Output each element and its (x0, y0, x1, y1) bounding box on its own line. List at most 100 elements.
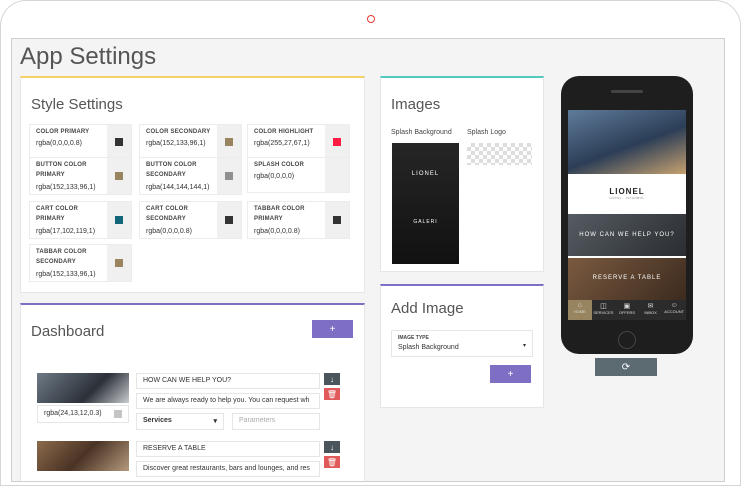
color-picker[interactable] (107, 245, 131, 281)
row-color-field[interactable]: rgba(24,13,12,0.3) (37, 405, 129, 423)
style-swatch-label: COLOR PRIMARY (36, 129, 90, 135)
trash-icon[interactable]: 🗑 (324, 456, 340, 468)
row-thumbnail[interactable] (37, 441, 129, 471)
row-color-value: rgba(24,13,12,0.3) (44, 410, 102, 417)
phone-banner-reserve[interactable]: RESERVE A TABLE (568, 258, 686, 302)
style-swatch[interactable]: COLOR HIGHLIGHT rgba(255,27,67,1) (247, 124, 350, 160)
row-description-field[interactable]: We are always ready to help you. You can… (136, 393, 320, 409)
add-image-card: Add Image IMAGE TYPE Splash Background ▾… (380, 284, 544, 408)
color-picker[interactable] (107, 202, 131, 238)
color-picker[interactable] (325, 125, 349, 159)
image-type-value: Splash Background (398, 344, 459, 351)
style-swatch-label: COLOR SECONDARY (146, 129, 211, 135)
color-chip (333, 216, 341, 224)
splash-background-image[interactable]: LIONEL GALERI (392, 143, 459, 264)
style-swatch[interactable]: BUTTON COLOR SECONDARY rgba(144,144,144,1… (139, 157, 242, 195)
app-screen: App Settings Style Settings COLOR PRIMAR… (11, 38, 725, 482)
images-card: Images Splash Background Splash Logo LIO… (380, 76, 544, 272)
phone-tab-label: OFFERS (618, 310, 636, 315)
color-chip (225, 172, 233, 180)
color-chip (115, 259, 123, 267)
style-swatch-value: rgba(255,27,67,1) (254, 140, 310, 147)
style-swatch-label: BUTTON COLOR SECONDARY (146, 162, 197, 178)
chevron-down-icon: ▾ (213, 418, 217, 425)
images-title: Images (391, 96, 441, 113)
phone-banner-help[interactable]: HOW CAN WE HELP YOU? (568, 214, 686, 256)
row-description-field[interactable]: Discover great restaurants, bars and lou… (136, 461, 320, 477)
color-picker[interactable] (217, 202, 241, 238)
dashboard-row: rgba(24,13,12,0.3) HOW CAN WE HELP YOU? … (37, 373, 357, 435)
phone-tab-home[interactable]: ⌂ HOME (568, 300, 592, 320)
style-swatch-label: BUTTON COLOR PRIMARY (36, 162, 87, 178)
style-swatch-value: rgba(144,144,144,1) (146, 184, 210, 191)
style-swatch[interactable]: COLOR SECONDARY rgba(152,133,96,1) (139, 124, 242, 160)
style-swatch-value: rgba(17,102,119,1) (36, 228, 96, 235)
phone-brand-bar: LIONEL HOTEL · ISTANBUL (568, 176, 686, 212)
row-color-chip (114, 410, 122, 418)
style-swatch-value: rgba(152,133,96,1) (36, 271, 96, 278)
splash-brand: LIONEL (411, 171, 440, 177)
phone-preview: LIONEL HOTEL · ISTANBUL HOW CAN WE HELP … (561, 76, 693, 354)
color-chip (225, 138, 233, 146)
color-picker[interactable] (325, 202, 349, 238)
phone-tab-account[interactable]: ☺ ACCOUNT (662, 300, 686, 320)
move-down-icon[interactable]: ↓ (324, 373, 340, 385)
row-service-value: Services (143, 417, 172, 424)
phone-tab-offers[interactable]: ▣ OFFERS (615, 300, 639, 320)
add-dashboard-item-button[interactable]: + (312, 320, 353, 338)
splash-logo-image[interactable] (467, 143, 532, 165)
splash-background-label: Splash Background (391, 129, 452, 136)
style-swatch[interactable]: SPLASH COLOR rgba(0,0,0,0) (247, 157, 350, 193)
color-chip (115, 138, 123, 146)
phone-brand-sub: HOTEL · ISTANBUL (609, 196, 645, 200)
color-chip (225, 216, 233, 224)
color-chip (333, 138, 341, 146)
color-picker[interactable] (217, 158, 241, 194)
phone-tab-services[interactable]: ◫ SERVICES (592, 300, 616, 320)
style-swatch-value: rgba(0,0,0,0) (254, 173, 295, 180)
dashboard-card: Dashboard + rgba(24,13,12,0.3) HOW CAN W… (20, 303, 365, 481)
row-parameters-field[interactable]: Parameters (232, 413, 320, 430)
row-service-select[interactable]: Services ▾ (136, 413, 224, 430)
tablet-frame: App Settings Style Settings COLOR PRIMAR… (0, 0, 741, 486)
color-picker[interactable] (107, 125, 131, 159)
color-picker[interactable] (107, 158, 131, 194)
splash-sub: GALERI (413, 219, 438, 225)
style-swatch-value: rgba(152,133,96,1) (36, 184, 96, 191)
phone-tabbar: ⌂ HOME ◫ SERVICES ▣ OFFERS ✉ INBOX ☺ ACCOUNT (568, 300, 686, 320)
image-type-select[interactable]: IMAGE TYPE Splash Background ▾ (391, 330, 533, 357)
phone-tab-icon: ◫ (600, 303, 607, 310)
color-picker[interactable] (217, 125, 241, 159)
row-title-field[interactable]: HOW CAN WE HELP YOU? (136, 373, 320, 389)
style-swatch-label: COLOR HIGHLIGHT (254, 129, 314, 135)
style-swatch[interactable]: CART COLOR SECONDARY rgba(0,0,0,0.8) (139, 201, 242, 239)
style-swatch-value: rgba(0,0,0,0.8) (146, 228, 192, 235)
camera-dot (367, 15, 375, 23)
add-image-button[interactable]: + (490, 365, 531, 383)
style-swatch-value: rgba(152,133,96,1) (146, 140, 206, 147)
refresh-button[interactable]: ⟳ (595, 358, 657, 376)
phone-tab-inbox[interactable]: ✉ INBOX (639, 300, 663, 320)
chevron-down-icon: ▾ (522, 343, 526, 349)
row-thumbnail[interactable] (37, 373, 129, 403)
style-settings-title: Style Settings (31, 96, 123, 113)
hotel-photo (568, 110, 686, 174)
splash-logo-label: Splash Logo (467, 129, 506, 136)
color-chip (333, 171, 341, 179)
phone-tab-label: INBOX (644, 310, 657, 315)
style-swatch[interactable]: COLOR PRIMARY rgba(0,0,0,0.8) (29, 124, 132, 160)
move-down-icon[interactable]: ↓ (324, 441, 340, 453)
style-swatch[interactable]: TABBAR COLOR PRIMARY rgba(0,0,0,0.8) (247, 201, 350, 239)
row-title-field[interactable]: RESERVE A TABLE (136, 441, 320, 457)
style-swatch[interactable]: TABBAR COLOR SECONDARY rgba(152,133,96,1) (29, 244, 132, 282)
style-swatch[interactable]: CART COLOR PRIMARY rgba(17,102,119,1) (29, 201, 132, 239)
dashboard-title: Dashboard (31, 323, 105, 340)
phone-tab-icon: ⌂ (577, 302, 582, 309)
style-swatch-label: TABBAR COLOR PRIMARY (254, 206, 305, 222)
color-picker[interactable] (325, 158, 349, 192)
trash-icon[interactable]: 🗑 (324, 388, 340, 400)
style-swatch-label: TABBAR COLOR SECONDARY (36, 249, 87, 265)
phone-tab-icon: ▣ (623, 303, 631, 310)
phone-tab-label: SERVICES (593, 310, 614, 315)
style-swatch[interactable]: BUTTON COLOR PRIMARY rgba(152,133,96,1) (29, 157, 132, 195)
